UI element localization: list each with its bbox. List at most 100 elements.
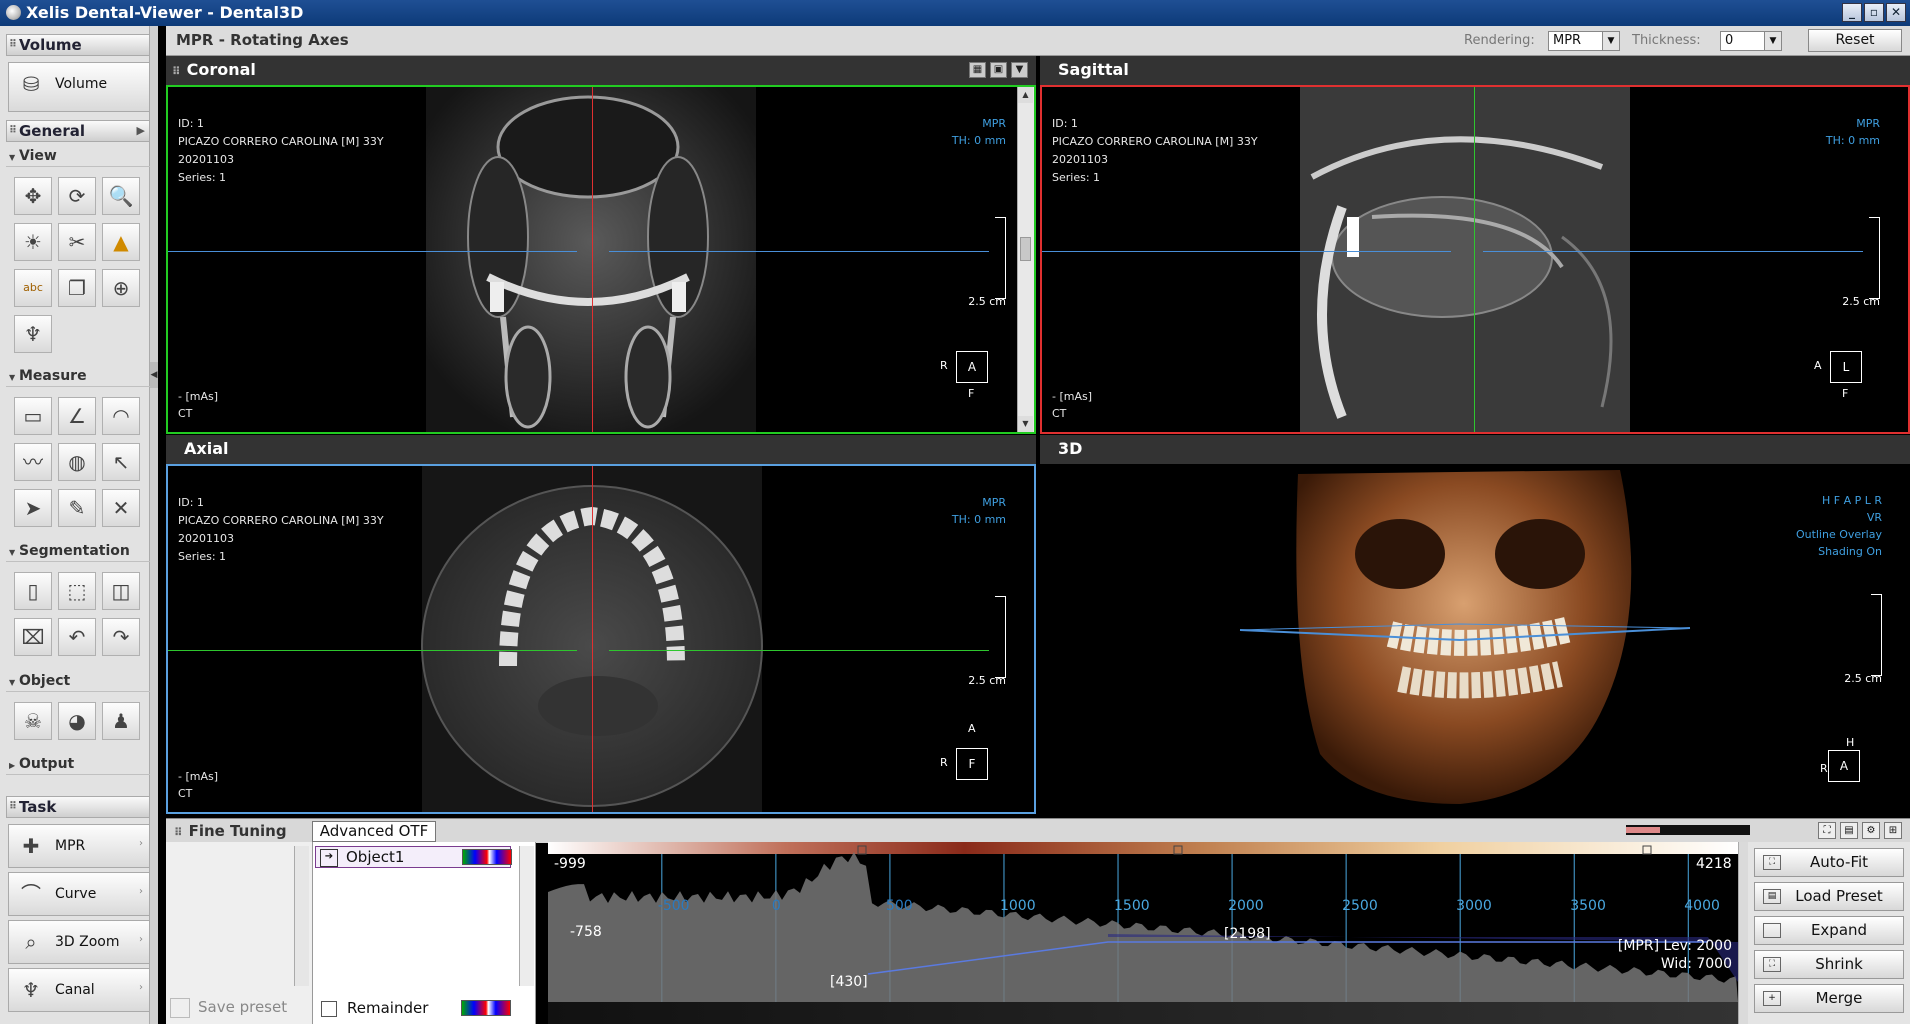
minimize-button[interactable]: _ xyxy=(1842,3,1862,22)
remainder-checkbox[interactable]: Remainder xyxy=(315,996,511,1020)
app-icon xyxy=(6,5,21,20)
tooth-icon[interactable]: ♆ xyxy=(14,315,52,353)
crosshair-icon[interactable]: ⊕ xyxy=(102,269,140,307)
fit-icon[interactable]: ⛶ xyxy=(1818,822,1836,839)
save-preset-button[interactable]: Save preset xyxy=(170,996,306,1018)
load-preset-button[interactable]: ▤ Load Preset xyxy=(1754,882,1904,911)
warning-triangle-icon[interactable]: ▲ xyxy=(102,223,140,261)
axial-mode-info: MPR TH: 0 mm xyxy=(951,496,1006,526)
section-volume[interactable]: ⠿ Volume xyxy=(6,34,150,56)
hist-tick-label: 3500 xyxy=(1570,898,1606,914)
pin-icon[interactable]: ▶ xyxy=(137,121,145,141)
3d-orientation-cube[interactable]: A xyxy=(1828,750,1860,782)
angle-icon[interactable]: ∠ xyxy=(58,397,96,435)
hist-tick-label: 500 xyxy=(886,898,913,914)
layout-grid-icon[interactable]: ▦ xyxy=(969,62,986,78)
close-button[interactable]: ✕ xyxy=(1886,3,1906,22)
save-icon xyxy=(170,997,190,1018)
scroll-down-icon: ▼ xyxy=(1018,416,1033,432)
object-list: ➔ Object1 Remainder xyxy=(313,842,536,1024)
protractor-icon[interactable]: ◠ xyxy=(102,397,140,435)
copy-icon[interactable]: ❐ xyxy=(58,269,96,307)
color-gradient-swatch[interactable] xyxy=(462,849,512,865)
scroll-up-icon: ▲ xyxy=(1018,87,1033,103)
axial-patient-info: ID: 1 PICAZO CORRERO CAROLINA [M] 33Y 2020… xyxy=(178,496,384,563)
pointer-icon[interactable]: ↖ xyxy=(102,443,140,481)
window-icon[interactable]: ▣ xyxy=(990,62,1007,78)
flip-icon[interactable]: ✂ xyxy=(58,223,96,261)
checkbox-icon xyxy=(321,1000,337,1017)
zoom-icon[interactable]: 🔍 xyxy=(102,177,140,215)
rendering-select[interactable]: MPR ▼ xyxy=(1548,31,1620,51)
settings-icon[interactable]: ⚙ xyxy=(1862,822,1880,839)
grid-icon[interactable]: ⊞ xyxy=(1884,822,1902,839)
subsection-output[interactable]: ▶ Output xyxy=(6,754,150,775)
fill-icon[interactable]: ⬚ xyxy=(58,572,96,610)
thickness-label: Thickness: xyxy=(1632,33,1701,48)
coronal-viewport[interactable]: ID: 1 PICAZO CORRERO CAROLINA [M] 33Y 2020… xyxy=(166,85,1036,434)
list-item-object1[interactable]: ➔ Object1 xyxy=(315,846,512,868)
otf-histogram[interactable]: -999 4218 -758 -500 0 500 1000 1500 2000 2500 3… xyxy=(548,842,1738,1024)
ruler-icon[interactable]: ▭ xyxy=(14,397,52,435)
brush-icon[interactable]: ▯ xyxy=(14,572,52,610)
expand-button[interactable]: Expand xyxy=(1754,916,1904,945)
3d-viewport[interactable]: H F A P L R VR Outline Overlay Shading On 2… xyxy=(1040,464,1910,814)
profile-icon[interactable]: 〰 xyxy=(14,443,52,481)
sagittal-viewport[interactable]: ID: 1 PICAZO CORRERO CAROLINA [M] 33Y 2020… xyxy=(1040,85,1910,434)
opacity-slider[interactable] xyxy=(1626,825,1750,835)
fine-tuning-title: ⠿ Fine Tuning xyxy=(174,822,287,840)
thickness-select[interactable]: 0 ▼ xyxy=(1720,31,1782,51)
brightness-icon[interactable]: ☀ xyxy=(14,223,52,261)
section-general[interactable]: ⠿ General ▶ xyxy=(6,120,150,142)
pan-icon[interactable]: ✥ xyxy=(14,177,52,215)
collapse-sidebar-icon[interactable]: ◀ xyxy=(150,362,158,388)
coronal-scrollbar[interactable]: ▲ ▼ xyxy=(1017,87,1034,432)
eraser-icon[interactable]: ✎ xyxy=(58,489,96,527)
left-sidebar: ◀ ⠿ Volume ⛁ Volume ⠿ General ▶ ▼ View ✥ ⟳ 🔍… xyxy=(0,26,158,1024)
layers-icon[interactable]: ◫ xyxy=(102,572,140,610)
hist-tick-label: 0 xyxy=(772,898,781,914)
fine-tuning-bar: ⠿ Fine Tuning Advanced OTF ⛶ ▤ ⚙ ⊞ xyxy=(166,818,1910,843)
redo-icon[interactable]: ↷ xyxy=(102,618,140,656)
subsection-measure[interactable]: ▼ Measure xyxy=(6,366,150,387)
arrow-icon[interactable]: ➤ xyxy=(14,489,52,527)
remainder-gradient-swatch[interactable] xyxy=(461,1000,511,1016)
tab-advanced-otf[interactable]: Advanced OTF xyxy=(312,821,436,842)
globe-icon[interactable]: ◍ xyxy=(58,443,96,481)
axial-viewport[interactable]: ID: 1 PICAZO CORRERO CAROLINA [M] 33Y 2020… xyxy=(166,464,1036,814)
rotate-icon[interactable]: ⟳ xyxy=(58,177,96,215)
hist-tick-label: 2000 xyxy=(1228,898,1264,914)
cut-icon[interactable]: ⌧ xyxy=(14,618,52,656)
task-canal-button[interactable]: ♆ Canal › xyxy=(8,968,150,1012)
merge-button[interactable]: + Merge xyxy=(1754,984,1904,1013)
skull-icon[interactable]: ☠ xyxy=(14,702,52,740)
head-icon[interactable]: ◕ xyxy=(58,702,96,740)
subsection-view[interactable]: ▼ View xyxy=(6,146,150,167)
chevron-down-icon: ▼ xyxy=(1764,32,1781,50)
bust-icon[interactable]: ♟ xyxy=(102,702,140,740)
sagittal-mode-info: MPR TH: 0 mm xyxy=(1825,117,1880,147)
reset-button[interactable]: Reset xyxy=(1808,29,1902,52)
histogram-icon[interactable]: ▤ xyxy=(1840,822,1858,839)
hist-tick-label: 3000 xyxy=(1456,898,1492,914)
shrink-button[interactable]: ⛶ Shrink xyxy=(1754,950,1904,979)
text-annotation-icon[interactable]: abc xyxy=(14,269,52,307)
task-curve-button[interactable]: ⌒ Curve › xyxy=(8,872,150,916)
preset-scrollbar[interactable] xyxy=(294,846,309,986)
section-task[interactable]: ⠿ Task xyxy=(6,796,150,818)
sidebar-splitter[interactable] xyxy=(149,26,158,1024)
volume-button[interactable]: ⛁ Volume xyxy=(8,62,150,112)
coronal-patient-info: ID: 1 PICAZO CORRERO CAROLINA [M] 33Y 2020… xyxy=(178,117,384,184)
axial-orientation-box: F xyxy=(956,748,988,780)
auto-fit-button[interactable]: ⛶ Auto-Fit xyxy=(1754,848,1904,877)
subsection-segmentation[interactable]: ▼ Segmentation xyxy=(6,541,150,562)
chevron-down-icon[interactable]: ▼ xyxy=(1011,62,1028,78)
subsection-object[interactable]: ▼ Object xyxy=(6,671,150,692)
restore-button[interactable]: ▫ xyxy=(1864,3,1884,22)
delete-icon[interactable]: ✕ xyxy=(102,489,140,527)
undo-icon[interactable]: ↶ xyxy=(58,618,96,656)
object-scrollbar[interactable] xyxy=(519,846,534,986)
task-3d-zoom-button[interactable]: ⌕ 3D Zoom › xyxy=(8,920,150,964)
otf-actions: ⛶ Auto-Fit ▤ Load Preset Expand ⛶ Shrink + M… xyxy=(1748,842,1910,1024)
task-mpr-button[interactable]: ✚ MPR › xyxy=(8,824,150,868)
